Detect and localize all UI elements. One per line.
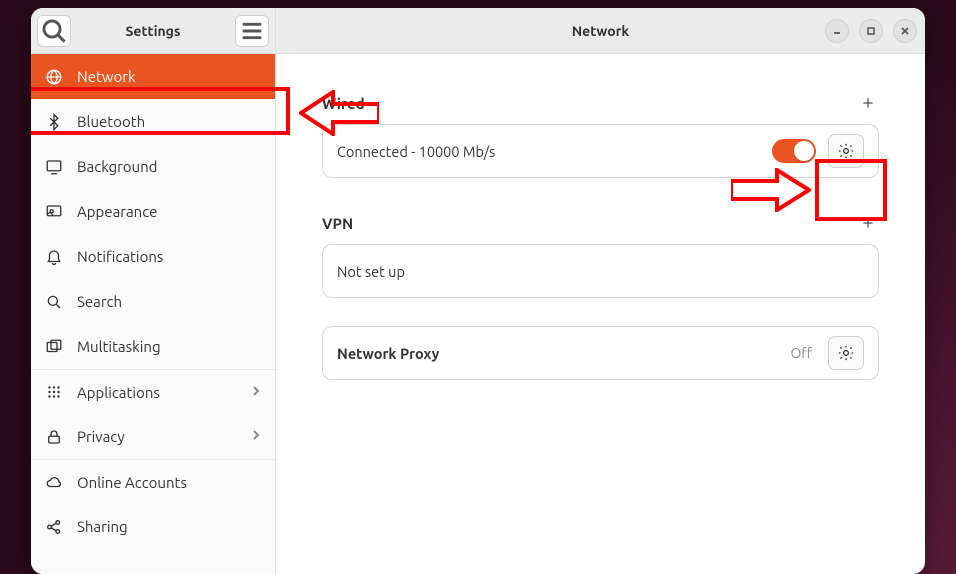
sidebar-item-notifications[interactable]: Notifications xyxy=(31,234,275,279)
content-area: Wired Connected - 10000 Mb/s VPN xyxy=(276,54,925,574)
minimize-icon xyxy=(832,26,842,36)
close-icon xyxy=(900,26,910,36)
wired-status-text: Connected - 10000 Mb/s xyxy=(337,143,495,160)
sidebar-item-label: Network xyxy=(77,68,136,85)
maximize-button[interactable] xyxy=(859,19,883,43)
minimize-button[interactable] xyxy=(825,19,849,43)
appearance-icon xyxy=(45,203,63,221)
vpn-section-header: VPN xyxy=(322,212,879,234)
proxy-settings-button[interactable] xyxy=(828,336,864,370)
sidebar-header: Settings xyxy=(31,8,275,54)
bluetooth-icon xyxy=(45,113,63,131)
sidebar-item-background[interactable]: Background xyxy=(31,144,275,189)
proxy-label: Network Proxy xyxy=(337,345,439,362)
chevron-right-icon xyxy=(251,428,261,445)
menu-button[interactable] xyxy=(235,15,269,47)
search-icon xyxy=(38,15,70,47)
sidebar-item-label: Appearance xyxy=(77,203,157,220)
sidebar-item-label: Online Accounts xyxy=(77,474,187,491)
chevron-right-icon xyxy=(251,384,261,401)
vpn-status-text: Not set up xyxy=(337,263,405,280)
maximize-icon xyxy=(866,26,876,36)
page-title: Network xyxy=(572,23,630,39)
proxy-state: Off xyxy=(790,345,812,361)
sidebar-item-label: Bluetooth xyxy=(77,113,145,130)
sidebar-item-privacy[interactable]: Privacy xyxy=(31,414,275,459)
sidebar-item-label: Multitasking xyxy=(77,338,161,355)
gear-icon xyxy=(837,142,855,160)
sidebar-item-network[interactable]: Network xyxy=(31,54,275,99)
menu-icon xyxy=(236,15,268,47)
sidebar-item-bluetooth[interactable]: Bluetooth xyxy=(31,99,275,144)
vpn-row: Not set up xyxy=(322,244,879,298)
sidebar-item-applications[interactable]: Applications xyxy=(31,369,275,414)
plus-icon xyxy=(860,95,876,111)
sidebar: Settings Network Bluetooth Background Appea… xyxy=(31,8,276,574)
sidebar-title: Settings xyxy=(77,23,229,39)
lock-icon xyxy=(45,428,63,446)
sidebar-item-label: Background xyxy=(77,158,157,175)
sidebar-item-label: Applications xyxy=(77,384,160,401)
plus-icon xyxy=(860,215,876,231)
close-button[interactable] xyxy=(893,19,917,43)
network-proxy-row[interactable]: Network Proxy Off xyxy=(322,326,879,380)
wired-heading: Wired xyxy=(322,95,365,112)
vpn-heading: VPN xyxy=(322,215,353,232)
search-icon xyxy=(45,293,63,311)
sidebar-item-label: Notifications xyxy=(77,248,163,265)
sidebar-item-label: Sharing xyxy=(77,518,128,535)
sidebar-item-search[interactable]: Search xyxy=(31,279,275,324)
grid-icon xyxy=(45,383,63,401)
sidebar-item-sharing[interactable]: Sharing xyxy=(31,504,275,549)
sidebar-item-appearance[interactable]: Appearance xyxy=(31,189,275,234)
display-icon xyxy=(45,158,63,176)
add-wired-button[interactable] xyxy=(857,92,879,114)
globe-icon xyxy=(45,68,63,86)
wired-settings-button[interactable] xyxy=(828,134,864,168)
multitasking-icon xyxy=(45,338,63,356)
bell-icon xyxy=(45,248,63,266)
share-icon xyxy=(45,518,63,536)
sidebar-item-multitasking[interactable]: Multitasking xyxy=(31,324,275,369)
settings-window: Settings Network Bluetooth Background Appea… xyxy=(31,8,925,574)
window-controls xyxy=(825,19,917,43)
wired-connection-row: Connected - 10000 Mb/s xyxy=(322,124,879,178)
wired-section-header: Wired xyxy=(322,92,879,114)
sidebar-item-label: Privacy xyxy=(77,428,125,445)
main-pane: Network Wired Connected - 10000 Mb/s xyxy=(276,8,925,574)
gear-icon xyxy=(837,344,855,362)
add-vpn-button[interactable] xyxy=(857,212,879,234)
sidebar-item-online-accounts[interactable]: Online Accounts xyxy=(31,459,275,504)
titlebar: Network xyxy=(276,8,925,54)
cloud-icon xyxy=(45,473,63,491)
wired-toggle[interactable] xyxy=(772,139,816,163)
search-button[interactable] xyxy=(37,15,71,47)
sidebar-nav: Network Bluetooth Background Appearance Noti… xyxy=(31,54,275,574)
sidebar-item-label: Search xyxy=(77,293,122,310)
